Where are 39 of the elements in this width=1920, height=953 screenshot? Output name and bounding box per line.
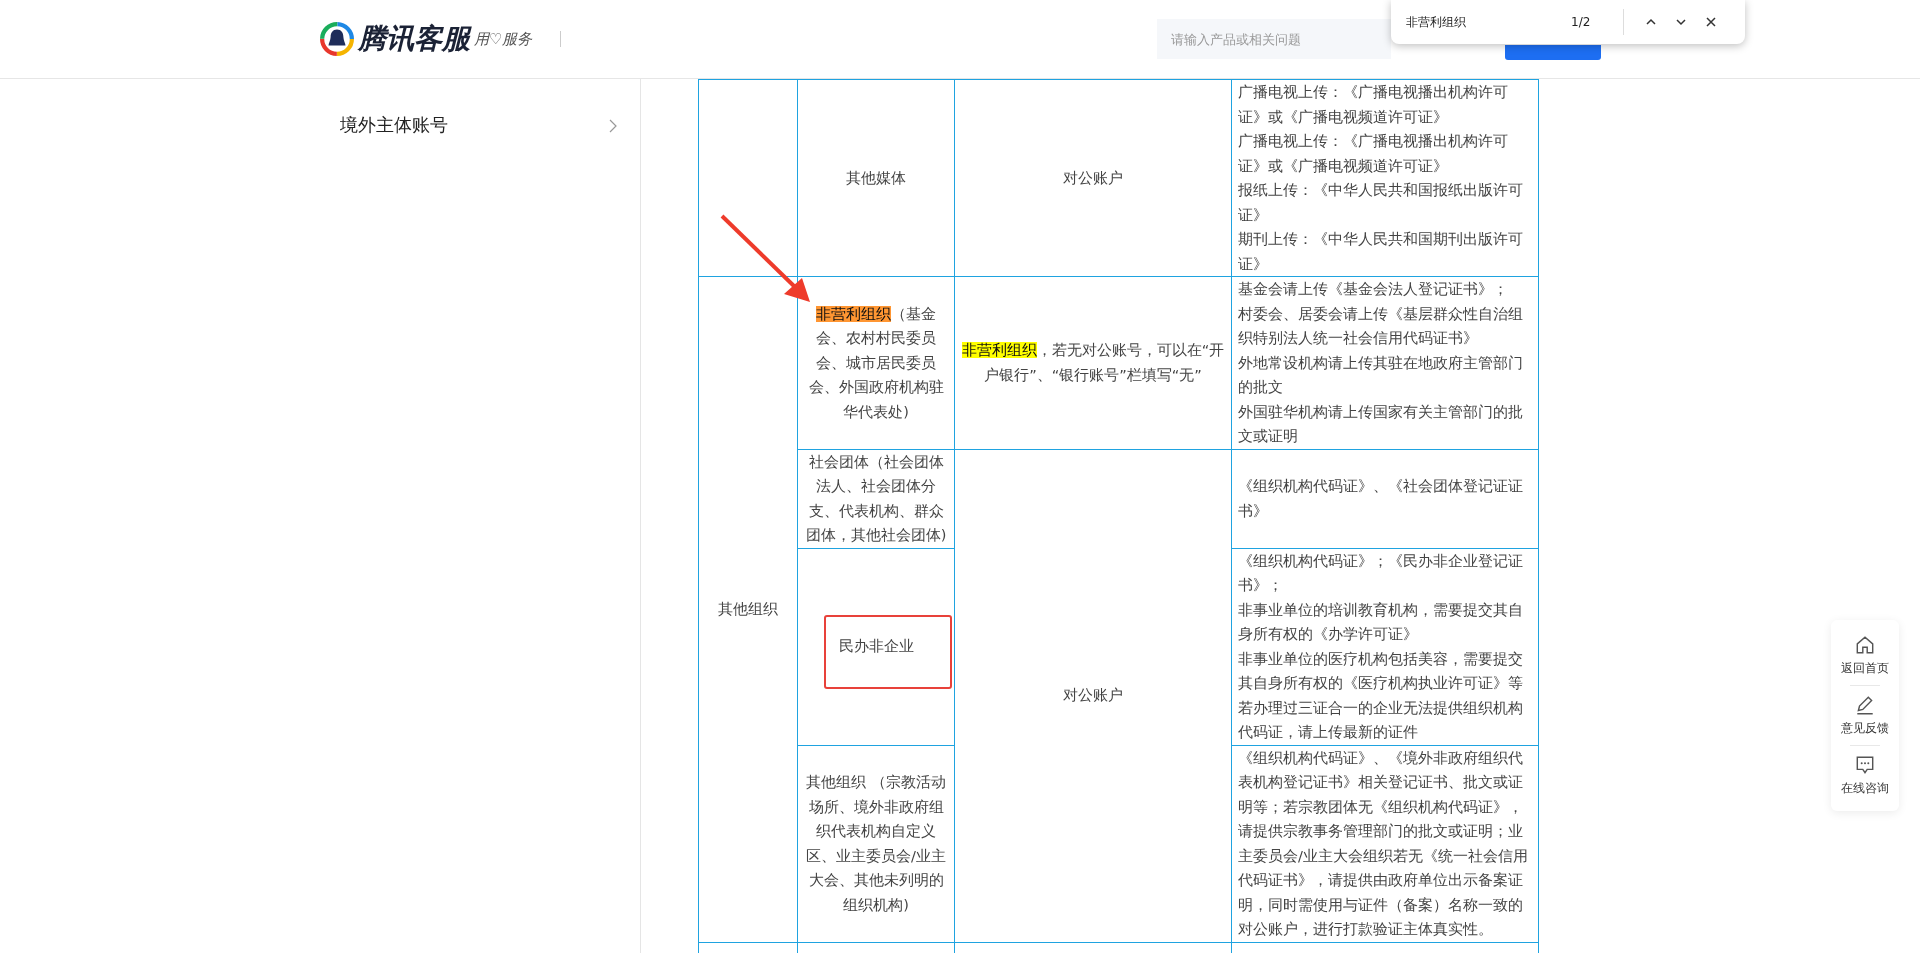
find-query[interactable]: 非营利组织 bbox=[1406, 13, 1571, 31]
table-cell-text: 其他媒体 bbox=[845, 168, 907, 188]
table-cell-text: 对公账户 bbox=[1062, 686, 1124, 706]
table-cell-text: 《组织机构代码证》、《境外非政府组织代表机构登记证书》相关登记证书、批文或证明等；若宗教团体无《组织机构代码证》，请提供宗教事务管理部门的批文或证明；业主委员会/业主大会组织若无《统一社会信用代码证书》，请提供由政府单位出示备案证明，同时需使用与证件（备案）名称一致的对公账户，进行打款验证主体真实性。 bbox=[1238, 748, 1529, 939]
home-icon[interactable] bbox=[1854, 634, 1876, 656]
chevron-right-icon bbox=[609, 119, 617, 133]
table-cell-text: 民办非企业 bbox=[837, 637, 915, 657]
table-cell-text: 非事业单位的培训教育机构，需要提交其自身所有权的《办学许可证》 bbox=[1238, 600, 1524, 644]
float-label[interactable]: 在线咨询 bbox=[1841, 780, 1889, 797]
table-cell-text: 外国驻华机构请上传国家有关主管部门的批文或证明 bbox=[1238, 402, 1524, 446]
next-match-icon[interactable] bbox=[1675, 16, 1687, 28]
table-cell-text: 报纸上传：《中华人民共和国报纸出版许可证》 bbox=[1238, 181, 1524, 225]
table-cell-text: 其他组织 （宗教活动场所、境外非政府组织代表机构自定义区、业主委员会/业主大会、其他未列明的组织机构) bbox=[805, 773, 947, 915]
search-field[interactable]: 请输入产品或相关问题 bbox=[1157, 19, 1392, 59]
table-cell: 其他组织 bbox=[718, 601, 778, 617]
table-cell-text: 广播电视上传：《广播电视播出机构许可证》或《广播电视频道许可证》 bbox=[1238, 132, 1509, 176]
table-cell-text: 广播电视上传：《广播电视播出机构许可证》或《广播电视频道许可证》 bbox=[1238, 83, 1509, 127]
float-label[interactable]: 意见反馈 bbox=[1841, 720, 1889, 737]
chat-icon[interactable] bbox=[1854, 754, 1876, 776]
brand-name: 腾讯客服 bbox=[358, 21, 470, 57]
table-cell-text: 对公账户 bbox=[1062, 168, 1124, 188]
table-cell-text: 村委会、居委会请上传《基层群众性自治组织特别法人统一社会信用代码证书》 bbox=[1238, 304, 1524, 348]
close-icon[interactable] bbox=[1705, 16, 1717, 28]
sidebar-item[interactable]: 境外主体账号 bbox=[340, 113, 460, 137]
table-cell-text: 若办理过三证合一的企业无法提供组织机构代码证，请上传最新的证件 bbox=[1238, 698, 1524, 742]
table-cell-text: 《组织机构代码证》；《民办非企业登记证书》； bbox=[1238, 551, 1524, 595]
table-cell-text: 期刊上传：《中华人民共和国期刊出版许可证》 bbox=[1238, 230, 1524, 274]
slogan: 用♡服务 bbox=[474, 29, 533, 49]
table-cell-text: 《组织机构代码证》、《社会团体登记证证书》 bbox=[1238, 477, 1524, 521]
table-cell-text: 非营利组织（基金会、农村村民委员会、城市居民委员会、外国政府机构驻华代表处) bbox=[807, 304, 945, 422]
table-cell-text: 非营利组织，若无对公账号，可以在“开户银行”、“银行账号”栏填写“无” bbox=[961, 341, 1225, 385]
float-label[interactable]: 返回首页 bbox=[1841, 660, 1889, 677]
table-cell-text: 基金会请上传《基金会法人登记证书》； bbox=[1238, 280, 1509, 299]
table-cell-text: 非事业单位的医疗机构包括美容，需要提交其自身所有权的《医疗机构执业许可证》等 bbox=[1238, 649, 1524, 693]
match-count: 1/2 bbox=[1571, 15, 1592, 29]
logo-icon bbox=[320, 22, 354, 56]
table-cell-text: 外地常设机构请上传其驻在地政府主管部门的批文 bbox=[1238, 353, 1524, 397]
pencil-icon[interactable] bbox=[1854, 694, 1876, 716]
table-cell-text: 社会团体（社会团体法人、社会团体分支、代表机构、群众团体，其他社会团体) bbox=[804, 452, 948, 545]
